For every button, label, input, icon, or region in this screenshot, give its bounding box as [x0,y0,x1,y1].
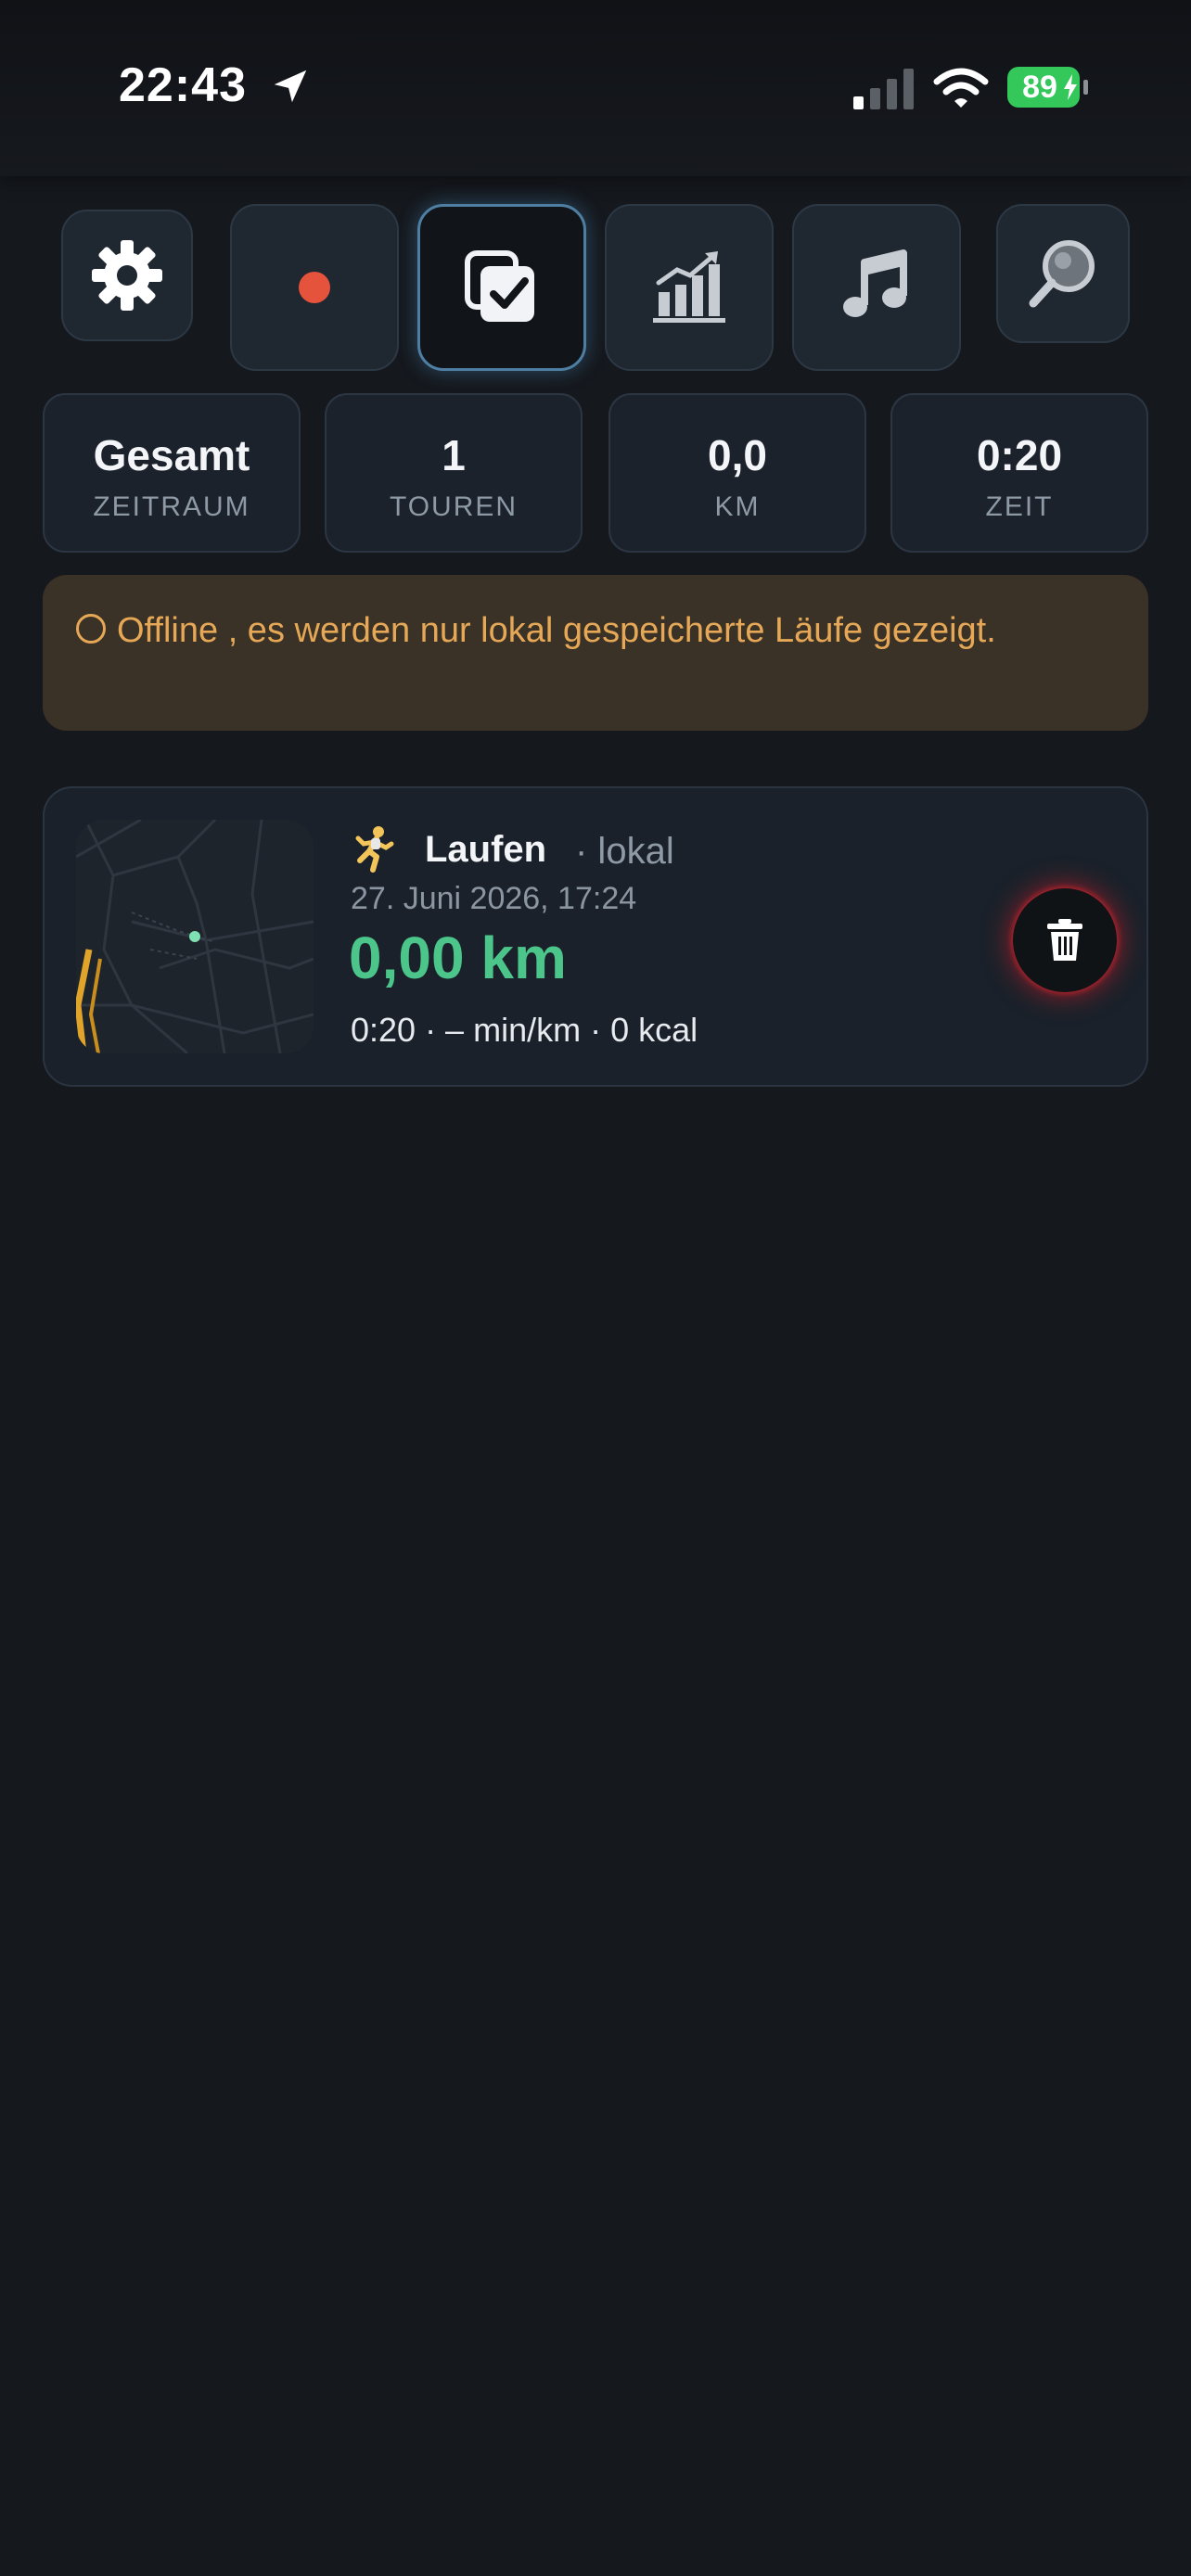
battery-indicator: 89 [1007,67,1080,108]
route-map-thumbnail [76,820,314,1053]
cellular-signal-icon [853,69,914,109]
status-bar: 22:43 89 [0,0,1191,176]
location-arrow-icon [274,70,307,103]
status-time: 22:43 [119,58,247,112]
run-distance: 0,00 km [349,925,567,991]
settings-button[interactable] [61,210,193,341]
stat-tours-label: TOUREN [389,491,519,522]
music-icon [843,249,907,317]
stat-distance: 0,0 KM [608,393,866,553]
offline-banner-text: Offline , es werden nur lokal gespeicher… [117,611,996,650]
wifi-icon [933,68,989,108]
stat-time-label: ZEIT [985,491,1054,522]
record-icon [299,272,330,303]
app-screen: 22:43 89 Gesamt ZEITRAUM 1 TOUREN 0,0 KM… [0,0,1191,2576]
offline-circle-icon [76,614,106,644]
chart-icon [653,251,725,323]
map-image [76,820,314,1053]
offline-banner: Offline , es werden nur lokal gespeicher… [43,575,1148,731]
run-date: 27. Juni 2026, 17:24 [351,881,637,916]
runs-list-button[interactable] [417,204,586,371]
stat-time: 0:20 ZEIT [890,393,1148,553]
search-button[interactable] [996,204,1130,343]
runner-icon [349,825,397,874]
stat-period-value: Gesamt [93,431,250,479]
stat-period[interactable]: Gesamt ZEITRAUM [43,393,301,553]
search-icon [1029,240,1095,308]
stat-time-value: 0:20 [976,431,1063,479]
battery-cap [1083,80,1088,95]
stat-tours: 1 TOUREN [325,393,583,553]
statistics-button[interactable] [605,204,774,371]
battery-level: 89 [1022,69,1057,105]
run-card[interactable]: Laufen · lokal 27. Juni 2026, 17:24 0,00… [43,786,1148,1087]
charging-bolt-icon [1064,74,1077,100]
run-details: 0:20 · – min/km · 0 kcal [351,1011,698,1049]
stat-period-label: ZEITRAUM [93,491,250,522]
stat-distance-value: 0,0 [708,431,767,479]
record-button[interactable] [230,204,399,371]
stat-distance-label: KM [714,491,761,522]
gear-icon [92,240,162,311]
trash-icon [1047,919,1082,961]
delete-run-button[interactable] [1013,888,1117,992]
run-source: · lokal [575,831,674,872]
stat-tours-value: 1 [442,431,466,479]
checklist-icon [465,250,534,322]
run-activity: Laufen [425,829,547,870]
music-button[interactable] [792,204,961,371]
